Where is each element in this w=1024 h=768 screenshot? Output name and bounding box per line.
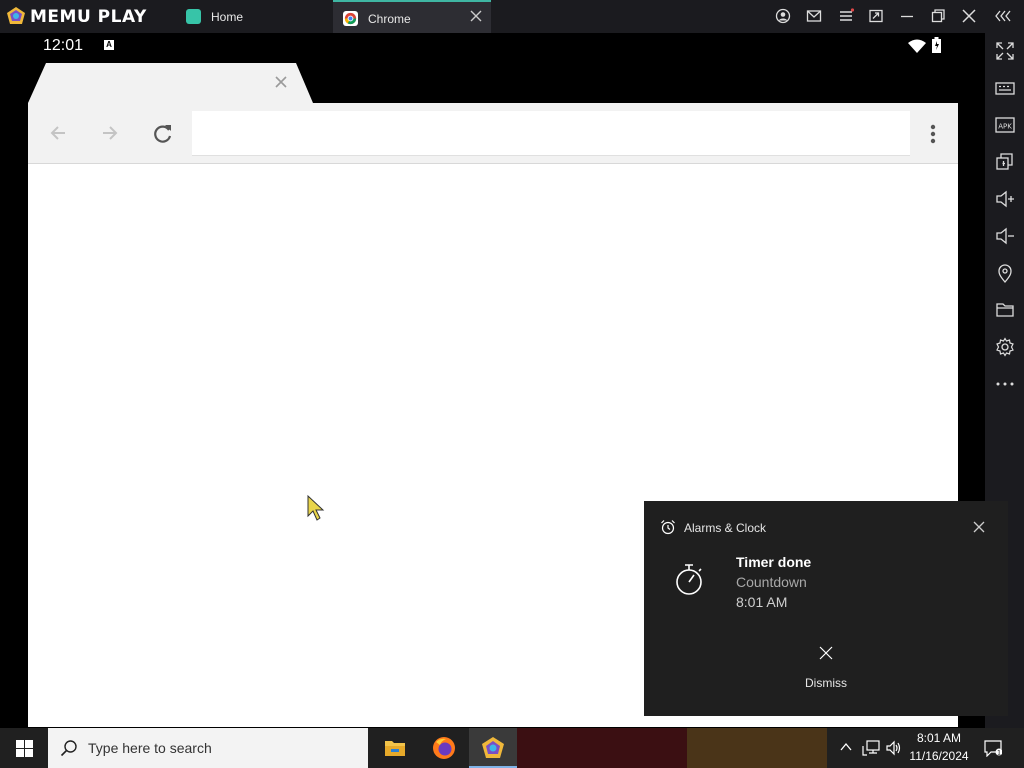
tab-chrome[interactable]: Chrome: [333, 0, 491, 33]
dismiss-label: Dismiss: [805, 676, 847, 690]
chrome-toolbar: [28, 103, 958, 164]
keyboard-icon[interactable]: [995, 78, 1015, 98]
timer-icon: [676, 564, 702, 595]
windows-start-icon[interactable]: [16, 740, 33, 757]
android-status-bar: 12:01 A: [28, 33, 958, 63]
chrome-icon: [343, 11, 358, 26]
multi-window-icon[interactable]: [995, 152, 1015, 172]
collapse-sidebar-icon[interactable]: [994, 8, 1014, 24]
wifi-icon: [908, 39, 926, 53]
apk-icon[interactable]: APK: [995, 115, 1015, 135]
taskbar-gap-area: [517, 728, 687, 768]
folder-icon[interactable]: [995, 300, 1015, 320]
back-icon[interactable]: [48, 123, 68, 143]
minimize-icon[interactable]: [899, 8, 915, 24]
notification-badge: A: [104, 40, 114, 50]
dismiss-icon: [819, 646, 833, 660]
account-icon[interactable]: [775, 8, 791, 24]
volume-down-icon[interactable]: [995, 226, 1015, 246]
taskbar-search-box[interactable]: Type here to search: [48, 728, 368, 768]
status-clock: 12:01: [43, 37, 84, 54]
settings-gear-icon[interactable]: [995, 337, 1015, 357]
fullscreen-icon[interactable]: [995, 41, 1015, 61]
mouse-cursor-icon: [307, 494, 325, 521]
battery-icon: [932, 37, 941, 53]
alarm-clock-icon: [661, 520, 675, 535]
dismiss-button[interactable]: Dismiss: [784, 636, 868, 696]
reload-icon[interactable]: [152, 123, 174, 145]
search-icon: [60, 740, 77, 757]
network-icon[interactable]: [862, 740, 880, 756]
brand-title: MEMU PLAY: [30, 7, 147, 27]
menu-icon[interactable]: [838, 8, 854, 24]
action-center-icon[interactable]: 1: [984, 739, 1002, 757]
tab-home[interactable]: Home: [176, 0, 332, 33]
tab-chrome-label: Chrome: [368, 12, 411, 26]
notification-app-name: Alarms & Clock: [684, 521, 767, 535]
emulator-title-bar: MEMU PLAY Home Chrome: [0, 0, 1024, 33]
restore-icon[interactable]: [930, 8, 946, 24]
notification-toast[interactable]: Alarms & Clock Timer done Countdown 8:01…: [644, 501, 1008, 716]
notification-title: Timer done: [736, 554, 812, 570]
chrome-tab[interactable]: [28, 63, 313, 103]
more-options-icon[interactable]: [928, 123, 938, 145]
volume-icon[interactable]: [886, 740, 902, 756]
firefox-icon[interactable]: [432, 736, 456, 760]
taskbar-clock-date[interactable]: 11/16/2024: [908, 749, 970, 763]
svg-text:1: 1: [997, 750, 1001, 757]
more-icon[interactable]: [995, 374, 1015, 394]
chevron-up-icon[interactable]: [840, 742, 852, 752]
close-tab-icon[interactable]: [469, 9, 483, 23]
address-bar[interactable]: [192, 111, 910, 156]
memu-logo-icon: [7, 7, 25, 24]
taskbar-memu-app[interactable]: [469, 728, 517, 768]
memu-app-icon: [482, 737, 504, 758]
windows-taskbar: Type here to search 8:01 AM 11/16/2024 1: [0, 728, 1024, 768]
volume-up-icon[interactable]: [995, 189, 1015, 209]
notification-time: 8:01 AM: [736, 594, 788, 610]
forward-icon[interactable]: [100, 123, 120, 143]
tab-home-label: Home: [211, 10, 244, 24]
svg-text:APK: APK: [998, 123, 1012, 131]
search-placeholder: Type here to search: [88, 740, 212, 756]
home-app-icon: [186, 9, 201, 24]
close-icon[interactable]: [961, 8, 977, 24]
multi-instance-icon[interactable]: [868, 8, 884, 24]
taskbar-clock-time[interactable]: 8:01 AM: [908, 731, 970, 745]
location-icon[interactable]: [995, 263, 1015, 283]
close-notification-icon[interactable]: [973, 521, 985, 533]
chrome-tab-strip: [28, 63, 958, 103]
mail-icon[interactable]: [806, 8, 822, 24]
file-explorer-icon[interactable]: [384, 738, 406, 758]
notification-subtitle: Countdown: [736, 574, 807, 590]
desktop-wallpaper-peek: [687, 728, 827, 768]
